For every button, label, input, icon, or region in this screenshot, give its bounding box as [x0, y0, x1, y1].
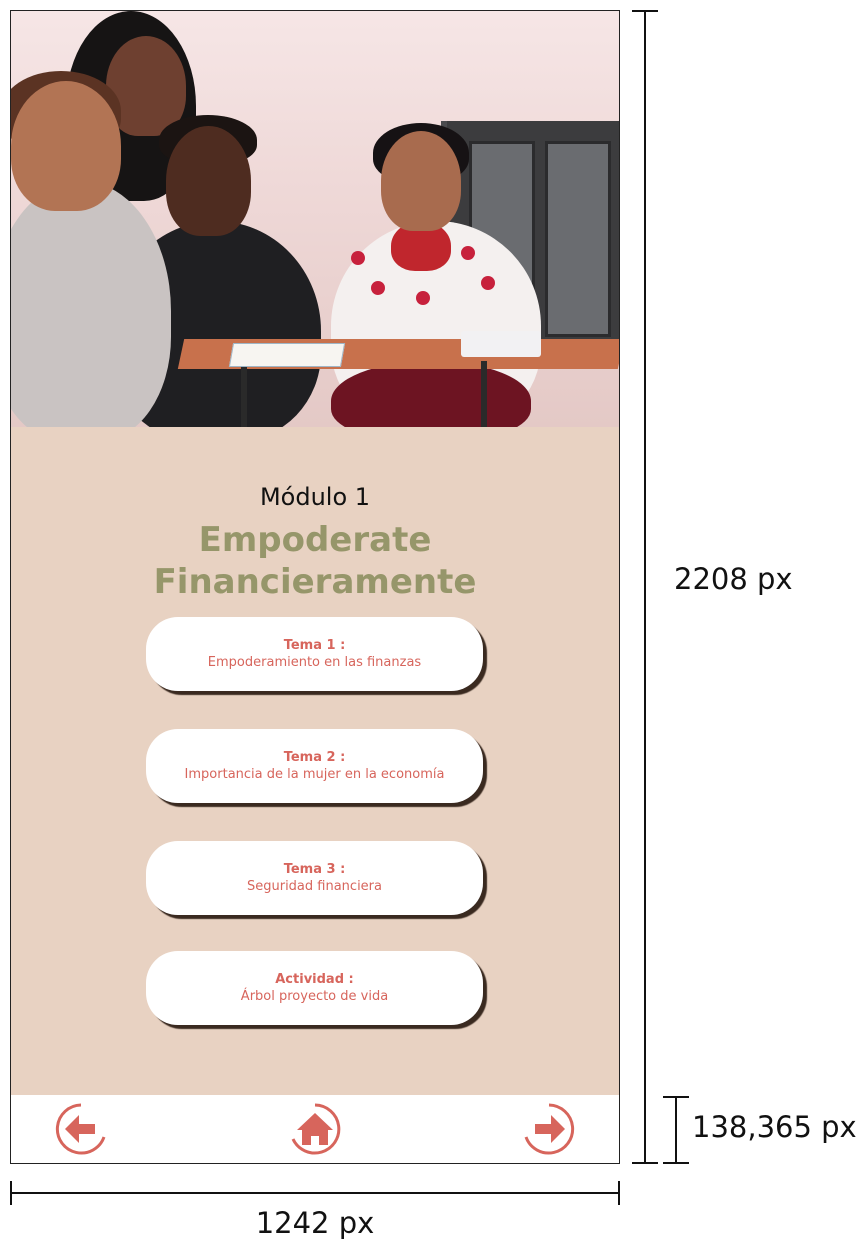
person-face: [166, 126, 251, 236]
bottom-navbar: [11, 1095, 619, 1163]
navbar-height-label: 138,365 px: [692, 1110, 857, 1144]
dimension-tick: [618, 1181, 620, 1205]
width-label: 1242 px: [255, 1206, 375, 1240]
module-content: Módulo 1 Empoderate Financieramente Tema…: [11, 427, 619, 1109]
topic-title: Tema 1 :: [283, 638, 346, 653]
topic-button-2[interactable]: Tema 2 : Importancia de la mujer en la e…: [146, 729, 483, 803]
arrow-right-icon[interactable]: [519, 1099, 579, 1159]
topic-title: Tema 2 :: [283, 750, 346, 765]
topic-subtitle: Árbol proyecto de vida: [240, 989, 389, 1004]
topic-subtitle: Seguridad financiera: [246, 879, 382, 894]
activity-button[interactable]: Actividad : Árbol proyecto de vida: [146, 951, 483, 1025]
embroidery: [351, 251, 365, 265]
embroidery: [416, 291, 430, 305]
topic-button-1[interactable]: Tema 1 : Empoderamiento en las finanzas: [146, 617, 483, 691]
width-dimension-line: [10, 1192, 620, 1194]
dimension-tick: [632, 10, 658, 12]
module-label: Módulo 1: [259, 483, 371, 511]
topic-title: Actividad :: [275, 972, 354, 987]
embroidery: [461, 246, 475, 260]
embroidery: [371, 281, 385, 295]
topic-subtitle: Importancia de la mujer en la economía: [184, 767, 445, 782]
topic-subtitle: Empoderamiento en las finanzas: [207, 655, 422, 670]
dimension-tick: [632, 1162, 658, 1164]
navbar-dimension-line: [675, 1096, 677, 1164]
header-photo: [11, 11, 619, 427]
table-leg: [241, 361, 247, 427]
module-title-line: Empoderate: [198, 520, 432, 560]
dimension-tick: [10, 1181, 12, 1205]
arrow-left-icon[interactable]: [51, 1099, 111, 1159]
cabinet-glass: [545, 141, 611, 337]
name-card: [461, 331, 541, 357]
dimension-tick: [663, 1162, 689, 1164]
embroidery: [481, 276, 495, 290]
topic-title: Tema 3 :: [283, 862, 346, 877]
phone-screen: Módulo 1 Empoderate Financieramente Tema…: [10, 10, 620, 1164]
height-label: 2208 px: [674, 562, 793, 596]
module-title: Empoderate Financieramente: [11, 519, 619, 603]
notebook: [228, 343, 346, 367]
person-body: [11, 181, 171, 427]
home-icon[interactable]: [285, 1099, 345, 1159]
person-face: [11, 81, 121, 211]
height-dimension-line: [644, 10, 646, 1164]
table-leg: [481, 361, 487, 427]
topic-button-3[interactable]: Tema 3 : Seguridad financiera: [146, 841, 483, 915]
dimension-tick: [663, 1096, 689, 1098]
module-title-line: Financieramente: [153, 562, 477, 602]
person-face: [381, 131, 461, 231]
